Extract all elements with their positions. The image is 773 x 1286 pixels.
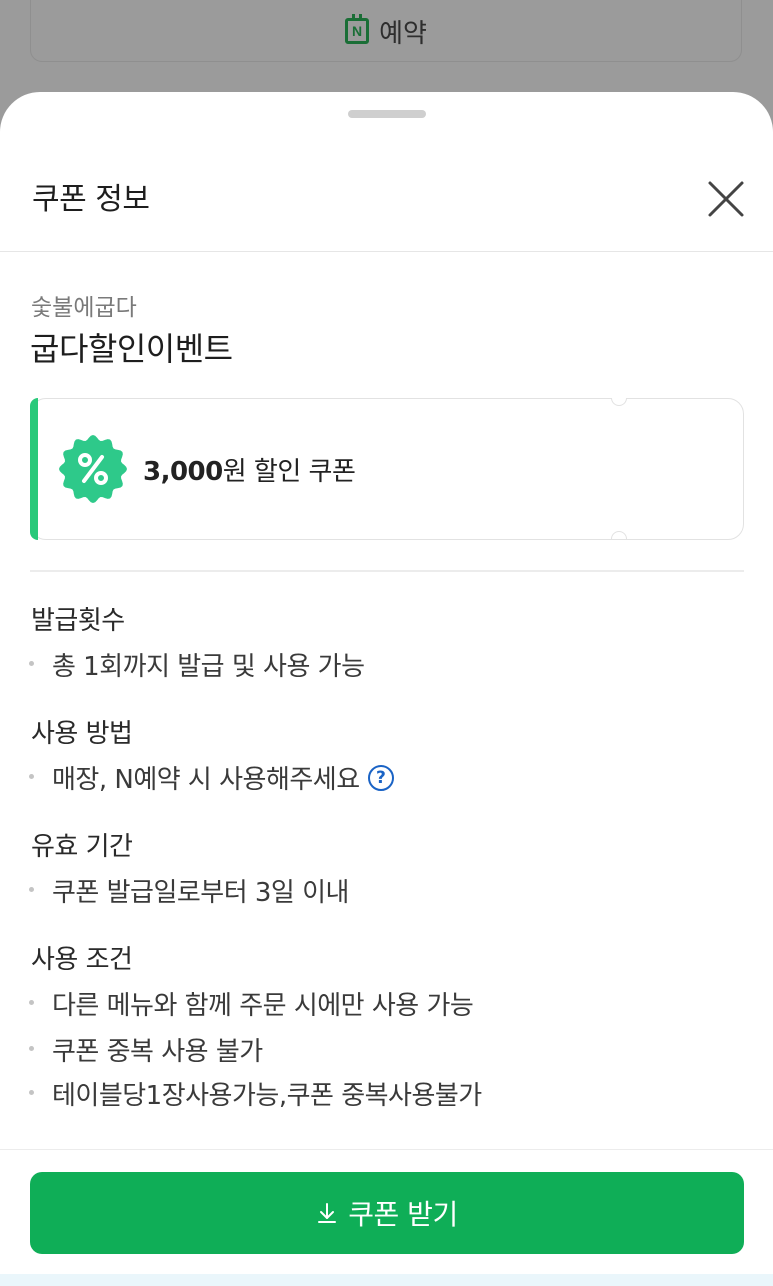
usage-method-label: 사용 방법 — [31, 719, 133, 749]
close-button[interactable] — [705, 178, 747, 220]
bottom-strip — [0, 1274, 773, 1286]
store-name: 숯불에굽다 — [31, 295, 137, 321]
coupon-accent-bar — [30, 398, 38, 540]
coupon-amount: 3,000 — [143, 457, 223, 487]
issue-count-item: 총 1회까지 발급 및 사용 가능 — [29, 646, 365, 683]
condition-text: 쿠폰 중복 사용 불가 — [52, 1037, 263, 1067]
sheet-drag-handle[interactable] — [348, 110, 426, 118]
usage-method-text: 매장, N예약 시 사용해주세요 — [52, 765, 360, 795]
conditions-label: 사용 조건 — [31, 945, 133, 975]
reserve-button-label: 예약 — [379, 18, 427, 49]
condition-item: 쿠폰 중복 사용 불가 — [29, 1031, 263, 1068]
sheet-title: 쿠폰 정보 — [32, 182, 150, 217]
condition-item: 테이블당1장사용가능,쿠폰 중복사용불가 — [29, 1075, 482, 1112]
condition-text: 테이블당1장사용가능,쿠폰 중복사용불가 — [52, 1081, 482, 1111]
reserve-button: N 예약 — [30, 0, 742, 62]
coupon-card: 3,000원 할인 쿠폰 — [30, 398, 744, 540]
naver-reservation-calendar-icon: N — [345, 14, 370, 44]
usage-method-item: 매장, N예약 시 사용해주세요 ? — [29, 759, 394, 796]
download-arrow-icon — [318, 1203, 337, 1223]
validity-item: 쿠폰 발급일로부터 3일 이내 — [29, 872, 349, 909]
download-coupon-label: 쿠폰 받기 — [348, 1198, 458, 1231]
coupon-suffix: 원 할인 쿠폰 — [222, 457, 356, 487]
validity-text: 쿠폰 발급일로부터 3일 이내 — [52, 878, 349, 908]
question-circle-icon[interactable]: ? — [367, 764, 394, 791]
coupon-info-sheet: 쿠폰 정보 숯불에굽다 굽다할인이벤트 3,000원 할인 쿠폰 발급횟수 총 … — [0, 92, 773, 1286]
issue-count-label: 발급횟수 — [31, 606, 125, 636]
percent-badge-icon — [59, 435, 127, 503]
event-name: 굽다할인이벤트 — [30, 330, 233, 368]
footer-divider — [0, 1149, 773, 1150]
close-icon — [708, 181, 744, 217]
coupon-notch-top — [611, 398, 627, 406]
download-coupon-button[interactable]: 쿠폰 받기 — [30, 1172, 744, 1254]
header-divider — [0, 251, 773, 252]
validity-label: 유효 기간 — [31, 832, 133, 862]
section-divider — [30, 570, 744, 572]
coupon-description: 3,000원 할인 쿠폰 — [143, 451, 356, 488]
condition-text: 다른 메뉴와 함께 주문 시에만 사용 가능 — [52, 991, 474, 1021]
issue-count-text: 총 1회까지 발급 및 사용 가능 — [52, 652, 365, 682]
condition-item: 다른 메뉴와 함께 주문 시에만 사용 가능 — [28, 985, 474, 1022]
coupon-notch-bottom — [611, 531, 627, 539]
